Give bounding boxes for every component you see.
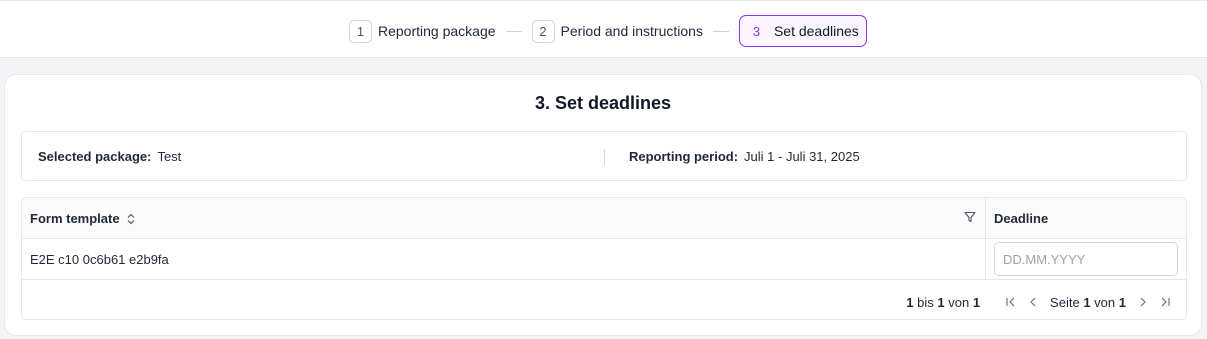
set-deadlines-card: 3. Set deadlines Selected package: Test R… [4,74,1202,336]
last-page-icon [1161,297,1170,307]
selected-package-value: Test [157,149,182,164]
reporting-period-label: Reporting period: [629,149,739,164]
first-page-button[interactable] [1000,293,1022,311]
pagination-range: 1 bis 1 von 1 [906,295,980,310]
deadline-date-input[interactable] [995,243,1177,275]
next-page-icon [1140,297,1146,307]
page-indicator: Seite 1 von 1 [1050,295,1126,310]
range-of-word: von [948,294,970,310]
selected-package-label: Selected package: [38,149,152,164]
column-header-deadline: Deadline [994,211,1049,226]
range-to-word: bis [917,294,934,310]
reporting-period: Reporting period: Juli 1 - Juli 31, 2025 [629,149,860,164]
reporting-period-value: Juli 1 - Juli 31, 2025 [744,149,860,164]
page-title: 3. Set deadlines [534,93,672,113]
range-from: 1 [906,294,914,310]
column-header-form-template[interactable]: Form template [30,211,136,226]
step-connector [712,30,729,32]
deadline-date-picker [994,242,1178,276]
page-total: 1 [1118,294,1126,310]
current-page: 1 [1083,294,1091,310]
summary-divider [604,149,605,165]
step-label: Period and instructions [560,23,703,39]
summary-panel: Selected package: Test Reporting period: J… [21,131,1187,181]
next-page-button[interactable] [1132,293,1154,311]
range-to: 1 [937,294,945,310]
page-word: Seite [1050,294,1080,310]
step-label: Set deadlines [773,23,859,39]
page-of-word: von [1094,294,1116,310]
form-template-cell: E2E c10 0c6b61 e2b9fa [30,252,169,267]
prev-page-icon [1030,297,1036,307]
column-header-label: Form template [30,211,120,226]
step-period-and-instructions[interactable]: 2 Period and instructions [531,15,703,47]
table-header: Form template Deadline [22,198,1186,239]
first-page-icon [1006,297,1015,307]
step-number: 1 [349,19,372,43]
stepper: 1 Reporting package 2 Period and instruc… [349,15,867,47]
step-set-deadlines[interactable]: 3 Set deadlines [738,15,867,47]
deadlines-table: Form template Deadline E2E c10 0c6b61 e2… [21,197,1187,320]
step-number: 2 [531,19,555,43]
step-label: Reporting package [378,23,496,39]
range-total: 1 [972,294,981,310]
prev-page-button[interactable] [1022,293,1044,311]
step-connector [505,30,522,32]
step-number: 3 [752,23,761,39]
filter-icon[interactable] [964,211,976,223]
pagination: 1 bis 1 von 1 Seite 1 von 1 [906,293,1176,311]
step-reporting-package[interactable]: 1 Reporting package [349,15,496,47]
selected-package: Selected package: Test [38,149,181,164]
table-row: E2E c10 0c6b61 e2b9fa [22,239,1186,280]
sort-icon[interactable] [126,213,136,225]
top-bar: 1 Reporting package 2 Period and instruc… [0,0,1207,58]
last-page-button[interactable] [1154,293,1176,311]
